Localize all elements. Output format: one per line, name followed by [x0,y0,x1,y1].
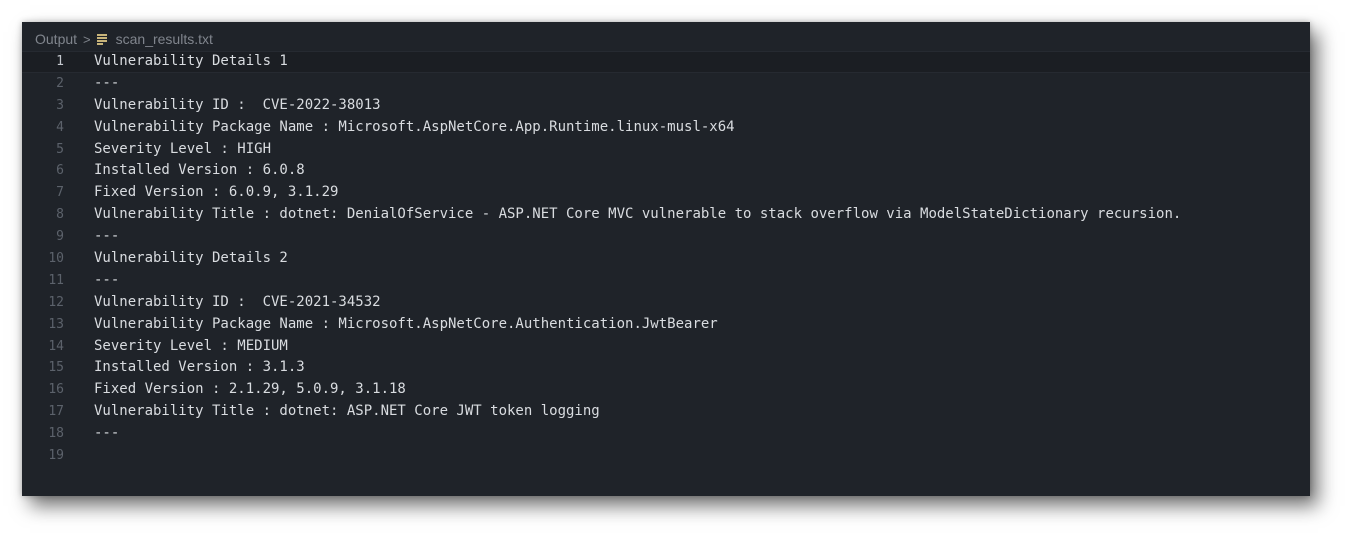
breadcrumb-output[interactable]: Output [35,31,77,47]
line-number: 1 [56,54,64,69]
code-line[interactable]: 13 Vulnerability Package Name : Microsoft… [22,314,1310,336]
line-text[interactable]: Vulnerability Package Name : Microsoft.A… [94,314,718,336]
line-text[interactable]: Fixed Version : 6.0.9, 3.1.29 [94,182,338,204]
text-file-icon [96,33,107,45]
line-text[interactable]: Vulnerability Details 2 [94,248,288,270]
code-line[interactable]: 15 Installed Version : 3.1.3 [22,357,1310,379]
line-text[interactable]: Vulnerability Title : dotnet: ASP.NET Co… [94,401,600,423]
code-line[interactable]: 8 Vulnerability Title : dotnet: DenialOfS… [22,204,1310,226]
line-text[interactable]: Vulnerability Package Name : Microsoft.A… [94,117,735,139]
line-number: 15 [48,360,64,376]
code-line[interactable]: 16 Fixed Version : 2.1.29, 5.0.9, 3.1.18 [22,379,1310,401]
line-number: 5 [56,141,64,157]
code-line[interactable]: 7 Fixed Version : 6.0.9, 3.1.29 [22,182,1310,204]
line-number: 2 [56,75,64,91]
line-number: 16 [48,382,64,398]
line-number: 4 [56,119,64,135]
line-number: 3 [56,97,64,113]
line-number: 11 [48,272,64,288]
code-line[interactable]: 17 Vulnerability Title : dotnet: ASP.NET … [22,401,1310,423]
code-line[interactable]: 14 Severity Level : MEDIUM [22,336,1310,358]
breadcrumb-file-name[interactable]: scan_results.txt [116,31,213,47]
line-text[interactable]: Installed Version : 3.1.3 [94,357,305,379]
line-text[interactable]: --- [94,73,119,95]
line-number: 9 [56,229,64,245]
code-line[interactable]: 19 [22,445,1310,467]
line-text[interactable]: Fixed Version : 2.1.29, 5.0.9, 3.1.18 [94,379,406,401]
line-number: 19 [48,448,64,464]
line-number: 6 [56,163,64,179]
line-number: 7 [56,185,64,201]
code-editor[interactable]: 1 Vulnerability Details 1 2 --- 3 Vulnerabili… [22,51,1310,467]
line-text[interactable]: --- [94,423,119,445]
code-line[interactable]: 6 Installed Version : 6.0.8 [22,160,1310,182]
code-line[interactable]: 4 Vulnerability Package Name : Microsoft.… [22,117,1310,139]
line-number: 10 [48,251,64,267]
breadcrumb: Output > scan_results.txt [35,29,213,49]
code-line[interactable]: 2 --- [22,73,1310,95]
code-line[interactable]: 5 Severity Level : HIGH [22,139,1310,161]
line-text[interactable]: Vulnerability ID : CVE-2021-34532 [94,292,381,314]
line-number: 17 [48,404,64,420]
line-text[interactable]: Severity Level : HIGH [94,139,271,161]
line-text[interactable]: --- [94,270,119,292]
line-number: 12 [48,294,64,310]
code-line[interactable]: 10 Vulnerability Details 2 [22,248,1310,270]
line-text[interactable]: --- [94,226,119,248]
line-text[interactable]: Vulnerability ID : CVE-2022-38013 [94,95,381,117]
code-line[interactable]: 3 Vulnerability ID : CVE-2022-38013 [22,95,1310,117]
code-line[interactable]: 11 --- [22,270,1310,292]
editor-window: Output > scan_results.txt 1 Vulnerability… [22,22,1310,496]
line-number: 18 [48,426,64,442]
code-line[interactable]: 18 --- [22,423,1310,445]
line-text[interactable]: Vulnerability Title : dotnet: DenialOfSe… [94,204,1181,226]
line-text[interactable]: Severity Level : MEDIUM [94,336,288,358]
line-number: 13 [48,316,64,332]
line-number: 14 [48,338,64,354]
code-line[interactable]: 9 --- [22,226,1310,248]
line-text[interactable]: Vulnerability Details 1 [94,51,288,73]
code-line[interactable]: 1 Vulnerability Details 1 [22,51,1310,73]
chevron-right-icon: > [83,31,91,47]
code-line[interactable]: 12 Vulnerability ID : CVE-2021-34532 [22,292,1310,314]
line-text[interactable]: Installed Version : 6.0.8 [94,160,305,182]
line-number: 8 [56,207,64,223]
